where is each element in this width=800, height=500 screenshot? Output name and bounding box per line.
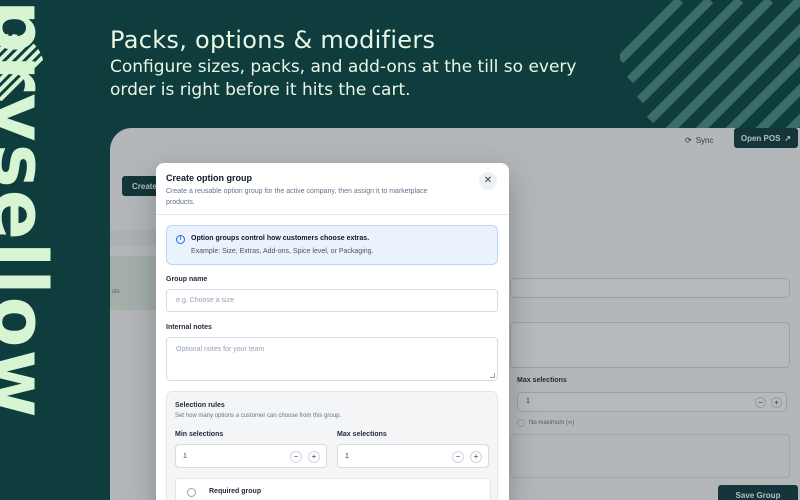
create-option-group-modal: Create option group Create a reusable op… <box>156 163 509 500</box>
info-text: Example: Size, Extras, Add-ons, Spice le… <box>191 248 374 255</box>
min-increment-button[interactable]: + <box>308 451 320 463</box>
hero-subtitle: Configure sizes, packs, and add-ons at t… <box>110 57 577 100</box>
close-icon: ✕ <box>483 175 493 186</box>
max-decrement-button[interactable]: − <box>452 451 464 463</box>
min-selections-stepper[interactable]: 1 − + <box>175 444 327 468</box>
decorative-stripes <box>620 0 800 128</box>
modal-header: Create option group Create a reusable op… <box>156 163 509 215</box>
info-icon: i <box>176 235 185 244</box>
min-decrement-button[interactable]: − <box>290 451 302 463</box>
internal-notes-label: Internal notes <box>166 324 212 331</box>
radio-icon <box>187 488 196 497</box>
max-increment-button[interactable]: + <box>470 451 482 463</box>
info-callout: i Option groups control how customers ch… <box>166 225 498 265</box>
max-selections-label: Max selections <box>337 431 387 438</box>
selection-rules-description: Set how many options a customer can choo… <box>175 413 342 419</box>
selection-rules-title: Selection rules <box>175 402 225 409</box>
close-button[interactable]: ✕ <box>479 172 497 190</box>
selection-rules-section: Selection rules Set how many options a c… <box>166 391 498 500</box>
striped-circle-graphic <box>0 20 54 108</box>
required-group-option[interactable]: Required group <box>175 478 491 500</box>
required-group-label: Required group <box>209 488 262 495</box>
max-selections-value: 1 <box>345 453 349 460</box>
max-selections-stepper[interactable]: 1 − + <box>337 444 489 468</box>
internal-notes-placeholder: Optional notes for your team <box>176 346 265 353</box>
resize-handle-icon[interactable] <box>490 373 495 378</box>
hero-title: Packs, options & modifiers <box>110 26 436 54</box>
internal-notes-textarea[interactable]: Optional notes for your team <box>166 337 498 381</box>
group-name-input[interactable]: e.g. Choose a size <box>166 289 498 312</box>
min-selections-value: 1 <box>183 453 187 460</box>
info-title: Option groups control how customers choo… <box>191 235 370 242</box>
min-selections-label: Min selections <box>175 431 224 438</box>
group-name-label: Group name <box>166 276 208 283</box>
modal-title: Create option group <box>166 173 252 183</box>
modal-description: Create a reusable option group for the a… <box>166 188 428 206</box>
